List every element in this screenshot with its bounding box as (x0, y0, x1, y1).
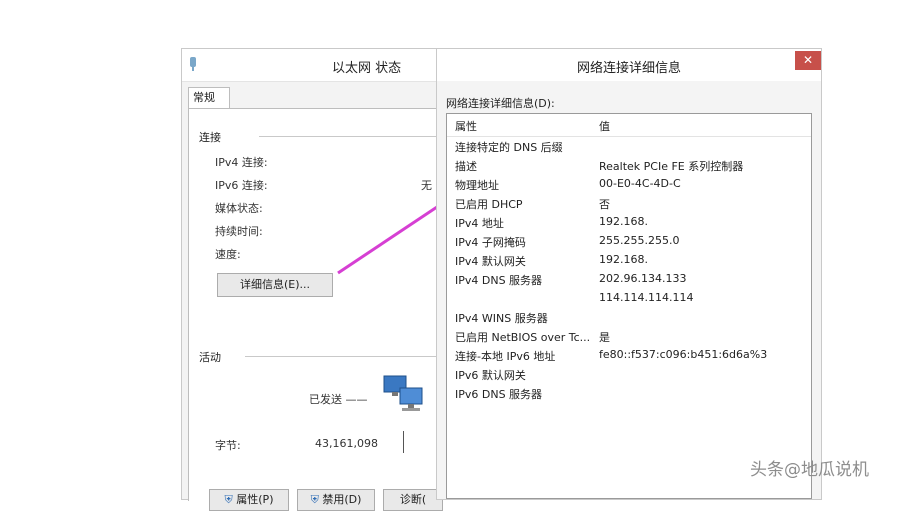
table-row[interactable]: IPv6 默认网关 (447, 365, 811, 384)
row-property: IPv6 DNS 服务器 (455, 388, 543, 401)
table-row[interactable]: 连接特定的 DNS 后缀 (447, 137, 811, 156)
row-value: Realtek PCIe FE 系列控制器 (599, 160, 744, 173)
row-value: 202.96.134.133 (599, 272, 687, 285)
table-row[interactable]: 已启用 DHCP 否 (447, 194, 811, 213)
details-list[interactable]: 属性 值 连接特定的 DNS 后缀 描述 Realtek PCIe FE 系列控… (446, 113, 812, 499)
table-row[interactable]: IPv4 DNS 服务器 202.96.134.133 (447, 270, 811, 289)
table-row[interactable]: 描述 Realtek PCIe FE 系列控制器 (447, 156, 811, 175)
details-titlebar[interactable]: 网络连接详细信息 ✕ (437, 49, 821, 81)
row-value: 255.255.255.0 (599, 234, 680, 247)
table-row[interactable]: 114.114.114.114 (447, 289, 811, 308)
close-icon: ✕ (802, 53, 814, 67)
row-property: 描述 (455, 160, 477, 173)
row-property: IPv4 WINS 服务器 (455, 312, 548, 325)
row-property: IPv4 默认网关 (455, 255, 526, 268)
row-property: IPv4 DNS 服务器 (455, 274, 543, 287)
close-button[interactable]: ✕ (795, 51, 821, 70)
row-property: 已启用 NetBIOS over Tc... (455, 331, 591, 344)
table-row[interactable]: IPv6 DNS 服务器 (447, 384, 811, 403)
table-row[interactable]: IPv4 子网掩码 255.255.255.0 (447, 232, 811, 251)
details-list-header: 属性 值 (447, 114, 811, 137)
row-value: 00-E0-4C-4D-C (599, 177, 681, 190)
table-row[interactable]: IPv4 地址 192.168. (447, 213, 811, 232)
details-window-title: 网络连接详细信息 (576, 61, 681, 76)
row-value: 192.168. (599, 253, 648, 266)
table-row[interactable]: 已启用 NetBIOS over Tc... 是 (447, 327, 811, 346)
table-row[interactable]: 物理地址 00-E0-4C-4D-C (447, 175, 811, 194)
row-value: fe80::f537:c096:b451:6d6a%3 (599, 348, 768, 361)
column-header-value[interactable]: 值 (599, 118, 610, 134)
row-value: 否 (599, 198, 610, 211)
table-row[interactable]: 连接-本地 IPv6 地址 fe80::f537:c096:b451:6d6a%… (447, 346, 811, 365)
row-property: 连接特定的 DNS 后缀 (455, 141, 563, 154)
row-value: 114.114.114.114 (599, 291, 694, 304)
row-property: 物理地址 (455, 179, 499, 192)
row-value: 192.168. (599, 215, 648, 228)
column-header-property[interactable]: 属性 (455, 118, 477, 134)
row-property: IPv4 地址 (455, 217, 504, 230)
row-value: 是 (599, 331, 610, 344)
source-watermark: 头条@地瓜说机 (750, 460, 869, 480)
row-property: 连接-本地 IPv6 地址 (455, 350, 556, 363)
table-row[interactable]: IPv4 WINS 服务器 (447, 308, 811, 327)
details-list-label: 网络连接详细信息(D): (446, 97, 555, 110)
row-property: IPv4 子网掩码 (455, 236, 526, 249)
table-row[interactable]: IPv4 默认网关 192.168. (447, 251, 811, 270)
row-property: IPv6 默认网关 (455, 369, 526, 382)
row-property: 已启用 DHCP (455, 198, 523, 211)
network-details-window: 网络连接详细信息 ✕ 网络连接详细信息(D): 属性 值 连接特定的 DNS 后… (436, 48, 822, 500)
